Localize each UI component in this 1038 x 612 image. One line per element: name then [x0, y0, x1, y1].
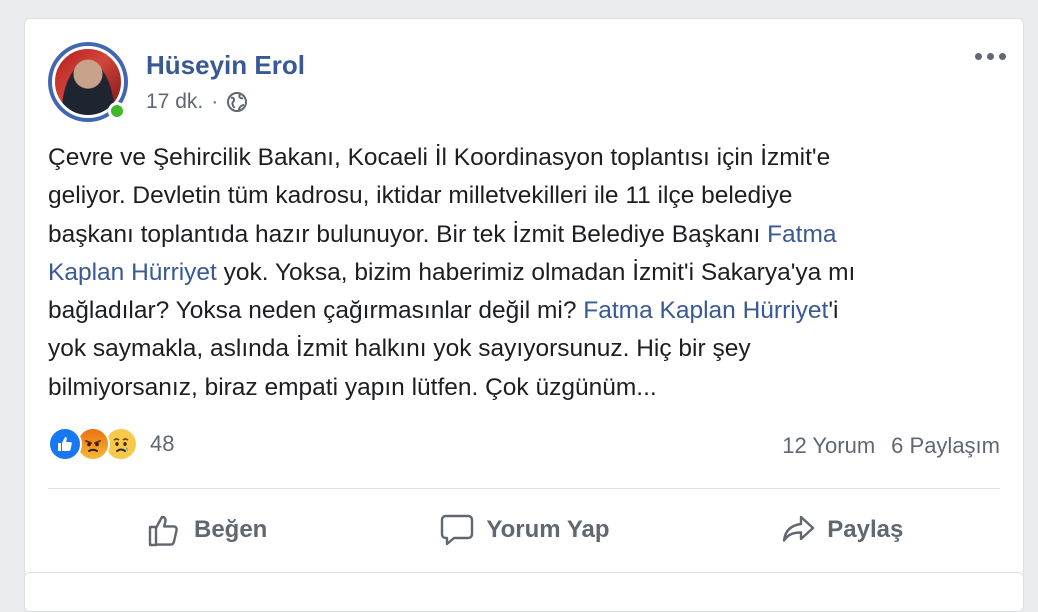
more-dot [998, 52, 1006, 60]
more-options-icon[interactable] [972, 46, 1008, 66]
more-dot [986, 52, 994, 60]
post-text-line: başkanı toplantıda hazır bulunuyor. Bir … [48, 216, 998, 254]
post-text-line: Kaplan Hürriyet yok. Yoksa, bizim haberi… [48, 254, 998, 292]
comment-label: Yorum Yap [486, 516, 610, 543]
post-meta: 17 dk. · [146, 90, 248, 114]
like-label: Beğen [193, 516, 268, 543]
like-icon [48, 427, 82, 461]
mention-link[interactable]: Fatma Kaplan Hürriyet [583, 297, 828, 324]
post-text-segment: yok. Yoksa, bizim haberimiz olmadan İzmi… [216, 258, 856, 286]
action-divider [48, 488, 1000, 489]
post-stats: 12 Yorum 6 Paylaşım [782, 433, 1000, 459]
online-status-dot [108, 102, 126, 120]
post-text-line: bilmiyorsanız, biraz empati yapın lütfen… [48, 369, 998, 407]
post-text-segment: geliyor. Devletin tüm kadrosu, iktidar m… [48, 182, 793, 210]
post-text-line: Çevre ve Şehircilik Bakanı, Kocaeli İl K… [48, 139, 998, 177]
post-text-segment: bağladılar? Yoksa neden çağırmasınlar de… [48, 297, 584, 325]
post-text-line: geliyor. Devletin tüm kadrosu, iktidar m… [48, 177, 998, 215]
post-text: Çevre ve Şehircilik Bakanı, Kocaeli İl K… [48, 139, 998, 407]
post-text-line: yok saymakla, aslında İzmit halkını yok … [48, 330, 998, 368]
meta-separator: · [211, 90, 219, 113]
post-actions: Beğen Yorum Yap Paylaş [48, 500, 1000, 560]
comment-button[interactable]: Yorum Yap [365, 500, 682, 560]
reactions-summary[interactable]: 48 [48, 427, 174, 461]
thumbs-up-icon [146, 511, 184, 549]
globe-icon[interactable] [226, 91, 248, 113]
author-name[interactable]: Hüseyin Erol [146, 50, 305, 81]
share-button[interactable]: Paylaş [683, 500, 1000, 560]
more-dot [974, 52, 982, 60]
post-text-segment: yok saymakla, aslında İzmit halkını yok … [48, 335, 751, 363]
next-post-card [24, 572, 1024, 612]
post-text-segment: Çevre ve Şehircilik Bakanı, Kocaeli İl K… [48, 144, 831, 171]
reaction-count[interactable]: 48 [150, 431, 174, 457]
comment-count[interactable]: 12 Yorum [782, 433, 875, 459]
post-text-line: bağladılar? Yoksa neden çağırmasınlar de… [48, 292, 998, 330]
mention-link[interactable]: Kaplan Hürriyet [48, 259, 217, 286]
author-avatar[interactable] [48, 42, 128, 122]
post-text-segment: 'i [828, 297, 839, 325]
comment-bubble-icon [438, 511, 476, 549]
share-arrow-icon [779, 511, 817, 549]
mention-link[interactable]: Fatma [767, 221, 836, 248]
post-text-segment: bilmiyorsanız, biraz empati yapın lütfen… [48, 373, 657, 401]
share-count[interactable]: 6 Paylaşım [891, 433, 1000, 459]
share-label: Paylaş [827, 516, 904, 543]
post-text-segment: başkanı toplantıda hazır bulunuyor. Bir … [48, 220, 768, 248]
post-timestamp[interactable]: 17 dk. [146, 90, 203, 114]
like-button[interactable]: Beğen [48, 500, 365, 560]
